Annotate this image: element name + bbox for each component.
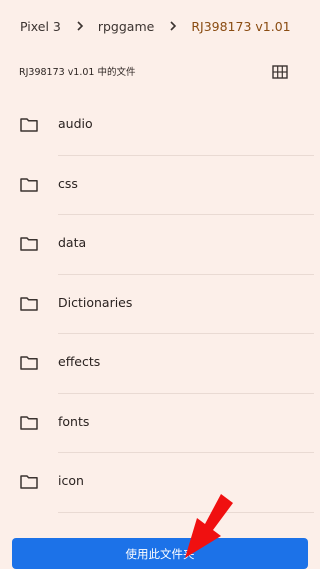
chevron-right-icon	[170, 21, 177, 31]
folder-icon	[20, 118, 38, 132]
breadcrumb: Pixel 3 rpggame RJ398173 v1.01	[0, 0, 320, 52]
chevron-right-icon	[77, 21, 83, 31]
bottom-action-bar: 使用此文件夹	[0, 527, 320, 569]
folder-icon	[20, 296, 38, 311]
file-picker-screen: Pixel 3 rpggame RJ398173 v1.01 RJ398173 …	[0, 0, 320, 569]
folder-icon	[20, 415, 38, 430]
folder-name: Dictionaries	[58, 294, 133, 310]
folder-item-audio[interactable]: audio	[0, 96, 320, 156]
folder-item-css[interactable]: css	[0, 156, 320, 215]
folder-name: fonts	[58, 413, 90, 429]
folder-name: icon	[58, 473, 84, 488]
use-this-folder-button[interactable]: 使用此文件夹	[12, 538, 308, 569]
folder-contents-title: RJ398173 v1.01 中的文件	[19, 67, 136, 78]
folder-icon	[20, 475, 38, 489]
folder-name: css	[58, 175, 78, 191]
folder-name: effects	[58, 354, 101, 369]
folder-name: data	[58, 235, 87, 250]
folder-item-data[interactable]: data	[0, 215, 320, 275]
folder-item-icon[interactable]: icon	[0, 453, 320, 513]
folder-item-fonts[interactable]: fonts	[0, 394, 320, 453]
folder-item-effects[interactable]: effects	[0, 334, 320, 394]
folder-name: audio	[58, 116, 93, 131]
folder-icon	[20, 177, 38, 192]
breadcrumb-item-rpggame[interactable]: rpggame	[98, 19, 154, 34]
red-arrow-icon	[185, 494, 233, 558]
folder-icon	[20, 356, 38, 370]
folder-item-dictionaries[interactable]: Dictionaries	[0, 275, 320, 334]
grid-view-icon[interactable]	[272, 65, 288, 79]
folder-list: audio css data Dictionaries effects font…	[0, 96, 320, 513]
breadcrumb-item-device[interactable]: Pixel 3	[20, 19, 61, 34]
folder-header: RJ398173 v1.01 中的文件	[0, 57, 320, 85]
breadcrumb-item-current-folder: RJ398173 v1.01	[191, 18, 291, 34]
folder-icon	[20, 237, 38, 251]
